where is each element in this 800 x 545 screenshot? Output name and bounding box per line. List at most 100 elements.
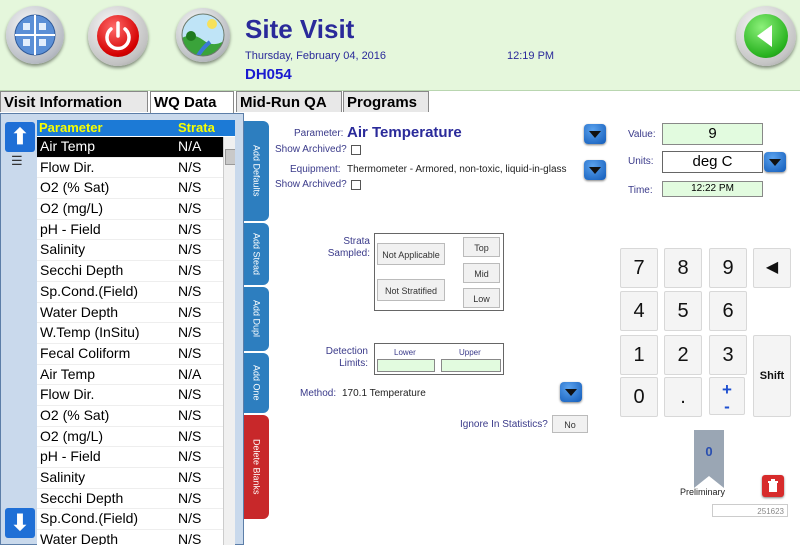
- equipment-dropdown-icon[interactable]: [584, 160, 606, 180]
- row-parameter: Fecal Coliform: [40, 344, 131, 361]
- row-strata: N/S: [178, 179, 202, 196]
- grid-scrollbar[interactable]: [223, 137, 235, 545]
- row-parameter: Secchi Depth: [40, 262, 124, 279]
- strata-low-button[interactable]: Low: [463, 288, 500, 308]
- row-parameter: O2 (% Sat): [40, 406, 110, 423]
- row-strata: N/S: [178, 282, 202, 299]
- menu-button[interactable]: [6, 6, 64, 64]
- grid-header: Parameter Strata: [37, 120, 235, 136]
- list-icon[interactable]: ☰: [11, 154, 31, 168]
- table-row[interactable]: Fecal Coliform N/S: [37, 344, 223, 365]
- units-select[interactable]: deg C: [662, 151, 763, 173]
- back-button[interactable]: [736, 6, 796, 66]
- row-parameter: Sp.Cond.(Field): [40, 510, 139, 527]
- row-parameter: O2 (mg/L): [40, 200, 104, 217]
- units-dropdown-icon[interactable]: [764, 152, 786, 172]
- keypad-9[interactable]: 9: [709, 248, 747, 288]
- row-strata: N/S: [178, 324, 202, 341]
- power-button[interactable]: [88, 6, 148, 66]
- add-stead-tab[interactable]: Add Stead: [244, 223, 269, 285]
- table-row[interactable]: Flow Dir. N/S: [37, 158, 223, 179]
- table-row[interactable]: O2 (mg/L) N/S: [37, 199, 223, 220]
- table-row[interactable]: O2 (mg/L) N/S: [37, 427, 223, 448]
- show-archived-checkbox-1[interactable]: [351, 145, 361, 155]
- table-row[interactable]: Water Depth N/S: [37, 530, 223, 545]
- parameter-dropdown-icon[interactable]: [584, 124, 606, 144]
- scroll-up-button[interactable]: ⬆: [5, 122, 35, 152]
- strata-sampled-label: Strata Sampled:: [327, 236, 370, 259]
- time-input[interactable]: 12:22 PM: [662, 181, 763, 197]
- keypad-8[interactable]: 8: [664, 248, 702, 288]
- row-parameter: O2 (% Sat): [40, 179, 110, 196]
- delete-blanks-tab[interactable]: Delete Blanks: [244, 415, 269, 519]
- scroll-down-button[interactable]: ⬇: [5, 508, 35, 538]
- table-row[interactable]: Sp.Cond.(Field) N/S: [37, 509, 223, 531]
- menu-grid-icon: [14, 14, 56, 56]
- method-label: Method:: [300, 388, 337, 399]
- grid-body: Air Temp N/A Flow Dir. N/S O2 (% Sat) N/S O2 (…: [37, 137, 223, 545]
- table-row[interactable]: Water Depth N/S: [37, 303, 223, 324]
- delete-icon[interactable]: [762, 475, 784, 497]
- keypad-backspace-icon[interactable]: ◀: [753, 248, 791, 288]
- row-parameter: Air Temp: [40, 365, 95, 382]
- strata-top-button[interactable]: Top: [463, 237, 500, 257]
- strata-mid-button[interactable]: Mid: [463, 263, 500, 283]
- keypad-4[interactable]: 4: [620, 291, 658, 331]
- keypad-shift[interactable]: Shift: [753, 335, 791, 417]
- row-strata: N/S: [178, 489, 202, 506]
- table-row[interactable]: Salinity N/S: [37, 468, 223, 489]
- table-row[interactable]: Air Temp N/A: [37, 137, 223, 158]
- strata-not-stratified-button[interactable]: Not Stratified: [377, 279, 445, 301]
- row-parameter: pH - Field: [40, 448, 101, 465]
- table-row[interactable]: Secchi Depth N/S: [37, 489, 223, 510]
- add-defaults-tab[interactable]: Add Defaults: [244, 121, 269, 221]
- tab-mid-run-qa[interactable]: Mid-Run QA: [236, 91, 342, 112]
- tab-visit-information[interactable]: Visit Information: [0, 91, 148, 112]
- add-dupl-tab[interactable]: Add Dupl: [244, 287, 269, 351]
- table-row[interactable]: Sp.Cond.(Field) N/S: [37, 282, 223, 303]
- row-strata: N/A: [178, 365, 202, 382]
- keypad-1[interactable]: 1: [620, 335, 658, 375]
- keypad-2[interactable]: 2: [664, 335, 702, 375]
- table-row[interactable]: W.Temp (InSitu) N/S: [37, 323, 223, 344]
- keypad-5[interactable]: 5: [664, 291, 702, 331]
- value-input[interactable]: 9: [662, 123, 763, 145]
- table-row[interactable]: Air Temp N/A: [37, 365, 223, 386]
- keypad-3[interactable]: 3: [709, 335, 747, 375]
- add-one-tab[interactable]: Add One: [244, 353, 269, 413]
- strata-not-applicable-button[interactable]: Not Applicable: [377, 243, 445, 265]
- keypad-decimal[interactable]: .: [664, 377, 702, 417]
- table-row[interactable]: Secchi Depth N/S: [37, 261, 223, 282]
- keypad-6[interactable]: 6: [709, 291, 747, 331]
- tab-programs[interactable]: Programs: [343, 91, 429, 112]
- row-strata: N/S: [178, 262, 202, 279]
- row-strata: N/A: [178, 138, 202, 154]
- ignore-statistics-button[interactable]: No: [552, 415, 588, 433]
- row-strata: N/S: [178, 220, 202, 237]
- column-header-strata: Strata: [178, 120, 215, 135]
- table-row[interactable]: Salinity N/S: [37, 240, 223, 262]
- keypad-7[interactable]: 7: [620, 248, 658, 288]
- row-parameter: Salinity: [40, 469, 86, 485]
- tab-wq-data[interactable]: WQ Data: [150, 91, 234, 113]
- detection-upper-input[interactable]: [441, 359, 501, 372]
- method-dropdown-icon[interactable]: [560, 382, 582, 402]
- show-archived-checkbox-2[interactable]: [351, 180, 361, 190]
- table-row[interactable]: O2 (% Sat) N/S: [37, 178, 223, 200]
- side-action-tabs: Add Defaults Add Stead Add Dupl Add One …: [244, 113, 269, 545]
- value-label: Value:: [628, 129, 656, 140]
- equipment-value: Thermometer - Armored, non-toxic, liquid…: [347, 164, 567, 175]
- table-row[interactable]: pH - Field N/S: [37, 447, 223, 468]
- grid-scroll-thumb[interactable]: [225, 149, 235, 165]
- row-parameter: Flow Dir.: [40, 386, 95, 403]
- table-row[interactable]: pH - Field N/S: [37, 220, 223, 241]
- row-parameter: Flow Dir.: [40, 158, 95, 175]
- keypad-0[interactable]: 0: [620, 377, 658, 417]
- table-row[interactable]: Flow Dir. N/S: [37, 385, 223, 406]
- detection-lower-input[interactable]: [377, 359, 435, 372]
- row-parameter: Secchi Depth: [40, 489, 124, 506]
- keypad-plus-minus[interactable]: + -: [709, 377, 745, 415]
- power-icon: [97, 15, 139, 57]
- table-row[interactable]: O2 (% Sat) N/S: [37, 406, 223, 427]
- site-id: DH054: [245, 66, 292, 83]
